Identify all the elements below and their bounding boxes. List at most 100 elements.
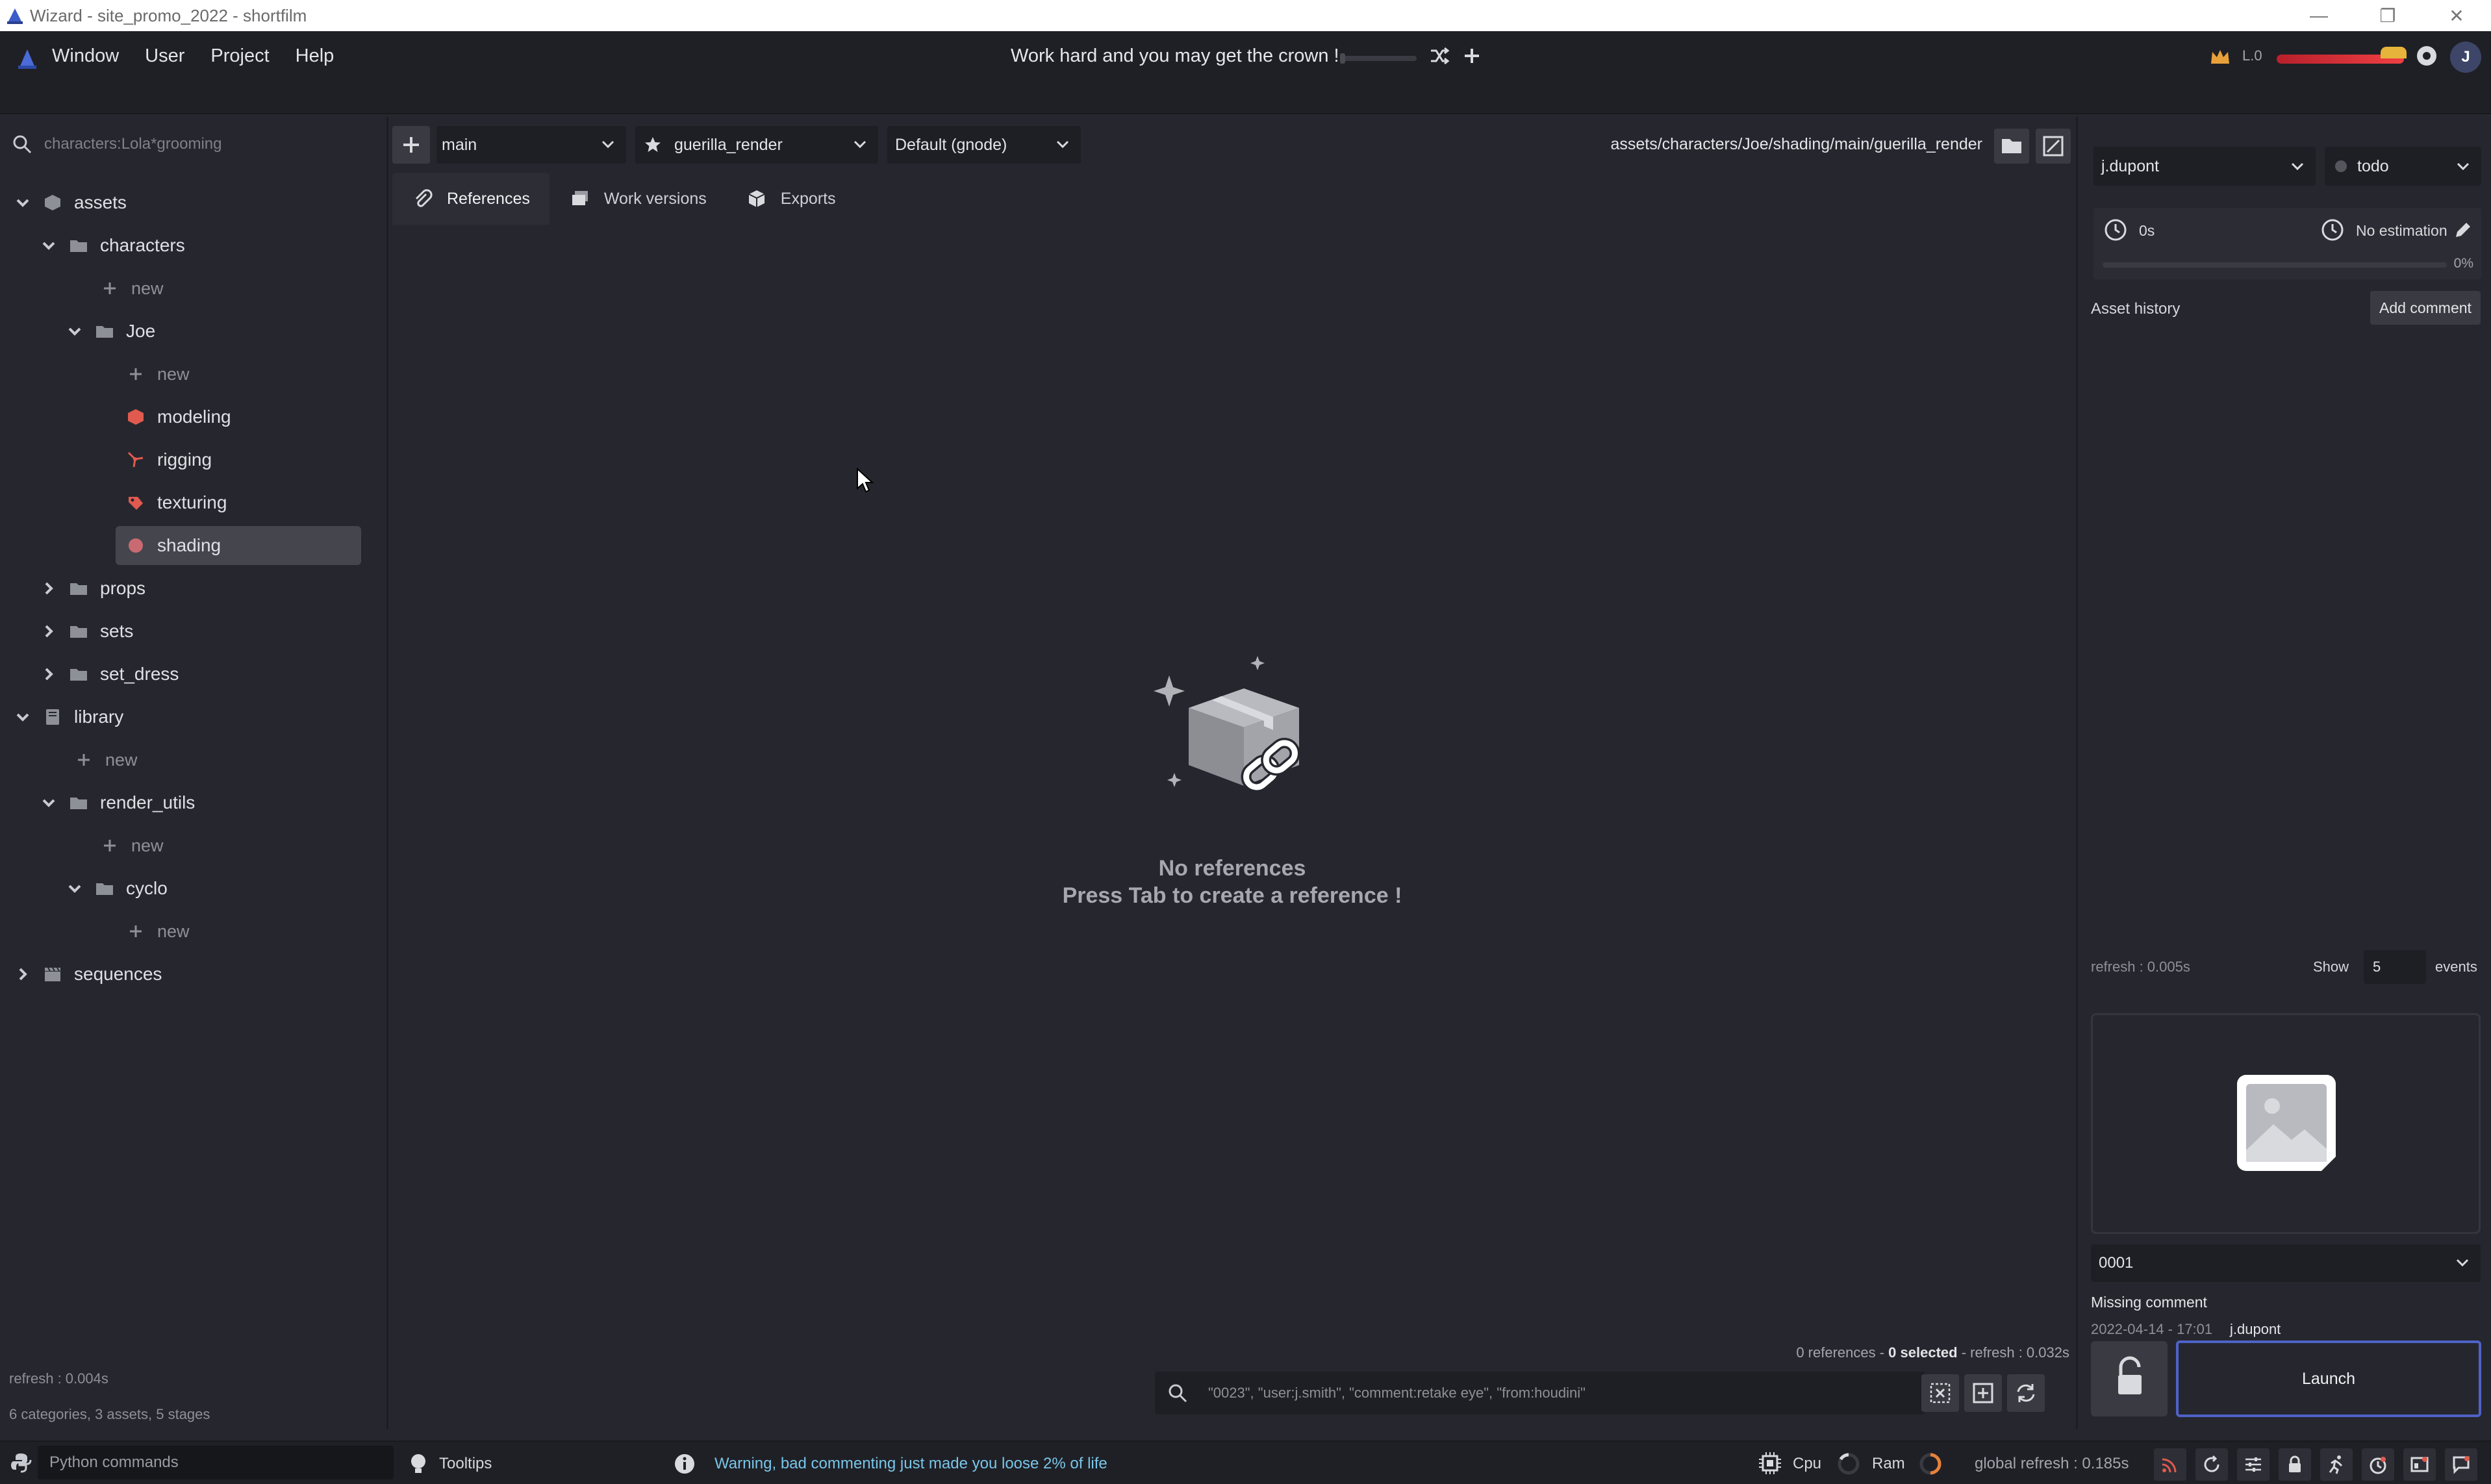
tree-node-set-dress[interactable]: set_dress (39, 655, 179, 694)
chevron-down-icon (2456, 1259, 2469, 1267)
cpu-gauge-icon (1838, 1453, 1860, 1475)
tree-node-cyclo[interactable]: cyclo (65, 869, 168, 908)
add-comment-button[interactable]: Add comment (2370, 291, 2481, 325)
tree-node-sets[interactable]: sets (39, 612, 133, 651)
tree-node-new[interactable]: new (100, 826, 164, 865)
feed-button[interactable] (2154, 1448, 2186, 1481)
wizard-logo-icon[interactable] (14, 45, 40, 71)
version-dropdown[interactable]: 0001 (2091, 1244, 2481, 1282)
chevron-down-icon[interactable] (65, 321, 84, 341)
add-variant-button[interactable] (392, 126, 430, 164)
assignee-dropdown[interactable]: j.dupont (2093, 147, 2316, 186)
refresh-references-button[interactable] (2007, 1374, 2045, 1412)
add-icon[interactable] (1459, 43, 1485, 69)
tree-node-library[interactable]: library (13, 698, 123, 736)
tree-node-texturing[interactable]: texturing (126, 483, 227, 522)
tree-node-new[interactable]: new (74, 740, 138, 779)
tree-node-label: sets (100, 621, 134, 641)
lock-button[interactable] (2091, 1341, 2168, 1416)
tree-node-shading[interactable]: shading (116, 526, 361, 565)
gear-icon[interactable] (2414, 43, 2440, 69)
running-button[interactable] (2320, 1448, 2353, 1481)
menu-window[interactable]: Window (52, 45, 119, 67)
chevron-right-icon[interactable] (39, 622, 58, 641)
tab-work-versions[interactable]: Work versions (550, 173, 726, 225)
menu-user[interactable]: User (145, 45, 184, 67)
window-title: Wizard - site_promo_2022 - shortfilm (30, 5, 307, 25)
refresh-button[interactable] (2195, 1448, 2228, 1481)
user-avatar[interactable]: J (2450, 42, 2481, 73)
notifications-button[interactable] (2445, 1448, 2477, 1481)
settings-sliders-button[interactable] (2237, 1448, 2270, 1481)
open-folder-button[interactable] (1994, 129, 2029, 164)
tree-node-assets[interactable]: assets (13, 183, 127, 222)
export-button[interactable] (2036, 129, 2071, 164)
level-label: L.0 (2242, 47, 2262, 64)
tree-node-modeling[interactable]: modeling (126, 397, 231, 436)
asset-tree-panel: characters:Lola*grooming assets characte… (0, 117, 388, 1429)
timer-button[interactable] (2362, 1448, 2394, 1481)
chevron-down-icon[interactable] (39, 793, 58, 812)
chevron-down-icon[interactable] (13, 707, 32, 727)
tree-node-sequences[interactable]: sequences (13, 955, 162, 994)
tree-node-joe[interactable]: Joe (65, 312, 155, 351)
tree-search[interactable]: characters:Lola*grooming (0, 129, 388, 160)
tree-node-rigging[interactable]: rigging (126, 440, 212, 479)
ram-label: Ram (1872, 1455, 1905, 1472)
lock-ui-button[interactable] (2279, 1448, 2311, 1481)
launch-button[interactable]: Launch (2176, 1340, 2481, 1417)
empty-state-title: No references (1158, 856, 1306, 881)
tree-node-label: new (157, 921, 190, 941)
remove-selection-icon (1930, 1383, 1951, 1403)
tree-node-new[interactable]: new (126, 355, 190, 394)
remove-selection-button[interactable] (1921, 1374, 1959, 1412)
chevron-down-icon (601, 140, 614, 149)
tree-node-render-utils[interactable]: render_utils (39, 783, 195, 822)
motto-slider[interactable] (1340, 53, 1417, 64)
python-command-input[interactable]: Python commands (38, 1446, 394, 1479)
tree-search-input[interactable]: characters:Lola*grooming (44, 135, 221, 153)
reference-filter-input[interactable]: "0023", "user:j.smith", "comment:retake … (1208, 1385, 1586, 1402)
events-count-input[interactable]: 5 (2364, 950, 2426, 984)
dashboard-button[interactable] (2403, 1448, 2436, 1481)
chevron-right-icon[interactable] (39, 664, 58, 684)
rigging-icon (127, 451, 144, 468)
warning-message: Warning, bad commenting just made you lo… (714, 1455, 1107, 1472)
menu-help[interactable]: Help (296, 45, 335, 67)
add-reference-button[interactable] (1964, 1374, 2002, 1412)
folder-icon (2002, 139, 2021, 153)
variant-dropdown[interactable]: main (436, 126, 626, 164)
restore-icon[interactable]: ❐ (2353, 0, 2422, 31)
lightbulb-icon[interactable] (408, 1452, 429, 1476)
chevron-down-icon[interactable] (13, 193, 32, 212)
estimation-clock-icon (2321, 219, 2344, 241)
mouse-cursor-icon (857, 468, 874, 493)
shuffle-icon[interactable] (1426, 43, 1452, 69)
chevron-down-icon[interactable] (39, 236, 58, 255)
chevron-down-icon[interactable] (65, 879, 84, 898)
state-dropdown[interactable]: todo (2325, 147, 2481, 186)
minimize-icon[interactable]: — (2284, 0, 2353, 31)
tab-references[interactable]: References (392, 173, 550, 225)
menu-project[interactable]: Project (210, 45, 269, 67)
tab-exports[interactable]: Exports (726, 173, 855, 225)
chevron-right-icon[interactable] (13, 964, 32, 984)
close-icon[interactable]: ✕ (2422, 0, 2491, 31)
folder-icon (70, 626, 87, 638)
reference-count: 0 references - (1796, 1344, 1889, 1361)
chevron-right-icon[interactable] (39, 579, 58, 598)
tooltips-toggle[interactable]: Tooltips (439, 1455, 492, 1473)
tree-node-label: cyclo (126, 878, 168, 898)
edit-estimation-icon[interactable] (2453, 220, 2473, 240)
preset-dropdown[interactable]: Default (gnode) (887, 126, 1081, 164)
tree-node-new[interactable]: new (126, 912, 190, 951)
plus-icon (130, 368, 142, 380)
reference-filter-bar[interactable]: "0023", "user:j.smith", "comment:retake … (1155, 1372, 1925, 1415)
version-thumbnail[interactable] (2091, 1013, 2481, 1234)
tree-node-new[interactable]: new (100, 269, 164, 308)
tree-node-props[interactable]: props (39, 569, 145, 608)
chevron-down-icon (2457, 162, 2470, 171)
tree-node-characters[interactable]: characters (39, 226, 185, 265)
software-dropdown[interactable]: guerilla_render (635, 126, 878, 164)
shading-icon (129, 538, 143, 553)
